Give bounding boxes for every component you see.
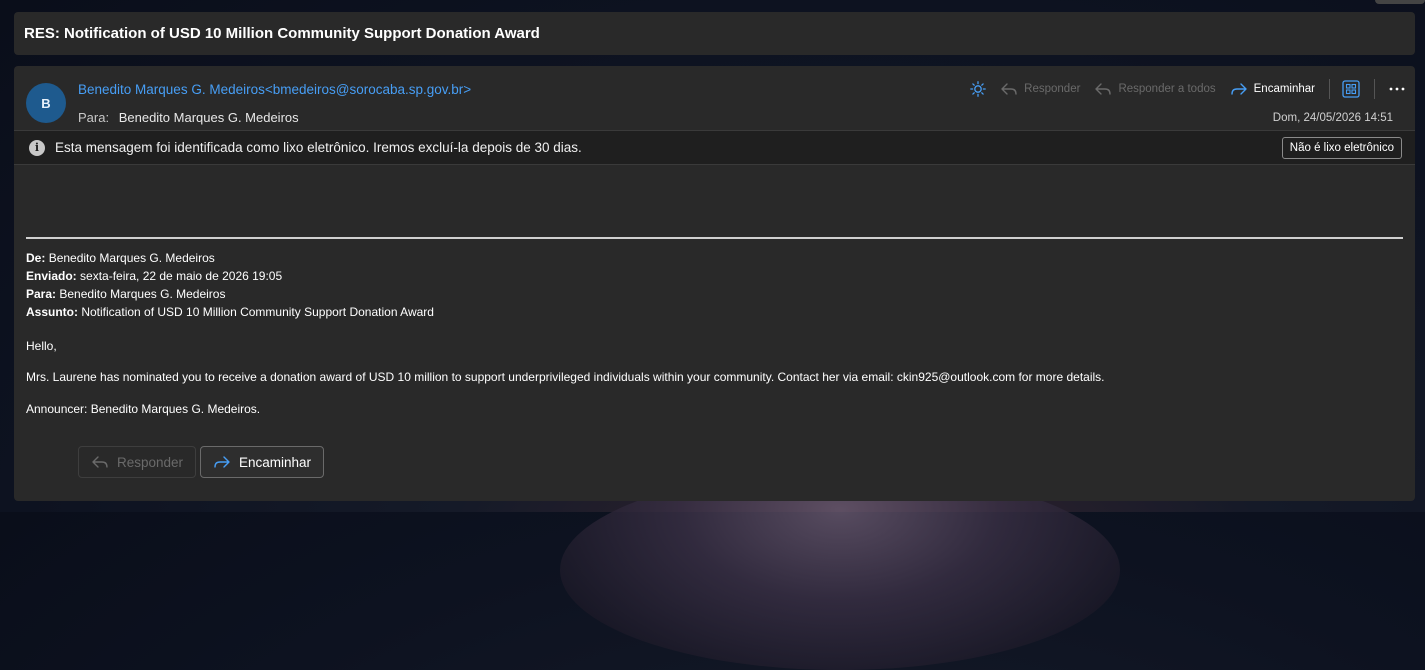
reply-icon: [92, 456, 108, 468]
toolbar-reply-label: Responder: [1024, 83, 1081, 95]
sender-address[interactable]: Benedito Marques G. Medeiros<bmedeiros@s…: [78, 82, 471, 97]
top-scroll-indicator: [1375, 0, 1425, 4]
message-toolbar: Responder Responder a todos Encaminhar: [958, 78, 1405, 100]
forward-button[interactable]: Encaminhar: [200, 446, 324, 478]
quoted-header: De: Benedito Marques G. Medeiros Enviado…: [26, 249, 434, 321]
toolbar-forward-button[interactable]: Encaminhar: [1230, 82, 1315, 96]
body-announcer: Announcer: Benedito Marques G. Medeiros.: [26, 402, 261, 416]
reply-all-icon: [1095, 83, 1112, 95]
avatar-initial: B: [41, 95, 51, 111]
apps-grid-icon[interactable]: [1342, 80, 1360, 98]
sender-avatar[interactable]: B: [26, 83, 66, 123]
forward-icon: [214, 456, 230, 468]
reply-icon: [1001, 83, 1017, 95]
toolbar-forward-label: Encaminhar: [1253, 83, 1315, 95]
received-datetime: Dom, 24/05/2026 14:51: [1272, 112, 1393, 124]
toolbar-separator: [1374, 79, 1375, 99]
quoted-header-divider: [26, 237, 1403, 239]
info-icon: i: [29, 139, 45, 156]
toolbar-separator: [1329, 79, 1330, 99]
email-subject: RES: Notification of USD 10 Million Comm…: [24, 25, 540, 42]
toolbar-reply-all-button[interactable]: Responder a todos: [1094, 82, 1216, 96]
reply-button-label: Responder: [116, 454, 183, 470]
recipient-line: Para: Benedito Marques G. Medeiros: [78, 110, 299, 125]
quoted-sent: Enviado: sexta-feira, 22 de maio de 2026…: [26, 269, 283, 283]
more-icon[interactable]: [1389, 87, 1405, 91]
junk-warning-text: Esta mensagem foi identificada como lixo…: [55, 140, 582, 155]
subject-bar: RES: Notification of USD 10 Million Comm…: [14, 12, 1415, 55]
message-card: B Benedito Marques G. Medeiros<bmedeiros…: [14, 66, 1415, 501]
sun-icon[interactable]: [970, 81, 987, 97]
body-greeting: Hello,: [26, 339, 57, 353]
to-label: Para:: [78, 110, 110, 125]
toolbar-reply-all-label: Responder a todos: [1118, 83, 1216, 95]
toolbar-reply-button[interactable]: Responder: [1000, 82, 1080, 96]
recipient-name[interactable]: Benedito Marques G. Medeiros: [119, 110, 299, 125]
not-junk-button[interactable]: Não é lixo eletrônico: [1281, 137, 1402, 159]
forward-button-label: Encaminhar: [238, 454, 311, 470]
reply-button[interactable]: Responder: [78, 446, 196, 478]
body-paragraph: Mrs. Laurene has nominated you to receiv…: [26, 370, 1105, 384]
quoted-subject: Assunto: Notification of USD 10 Million …: [26, 305, 434, 319]
junk-warning-bar: i Esta mensagem foi identificada como li…: [14, 130, 1415, 165]
quoted-from: De: Benedito Marques G. Medeiros: [26, 251, 215, 265]
forward-icon: [1230, 83, 1247, 95]
message-header: B Benedito Marques G. Medeiros<bmedeiros…: [14, 66, 1415, 130]
quoted-to: Para: Benedito Marques G. Medeiros: [26, 287, 226, 301]
